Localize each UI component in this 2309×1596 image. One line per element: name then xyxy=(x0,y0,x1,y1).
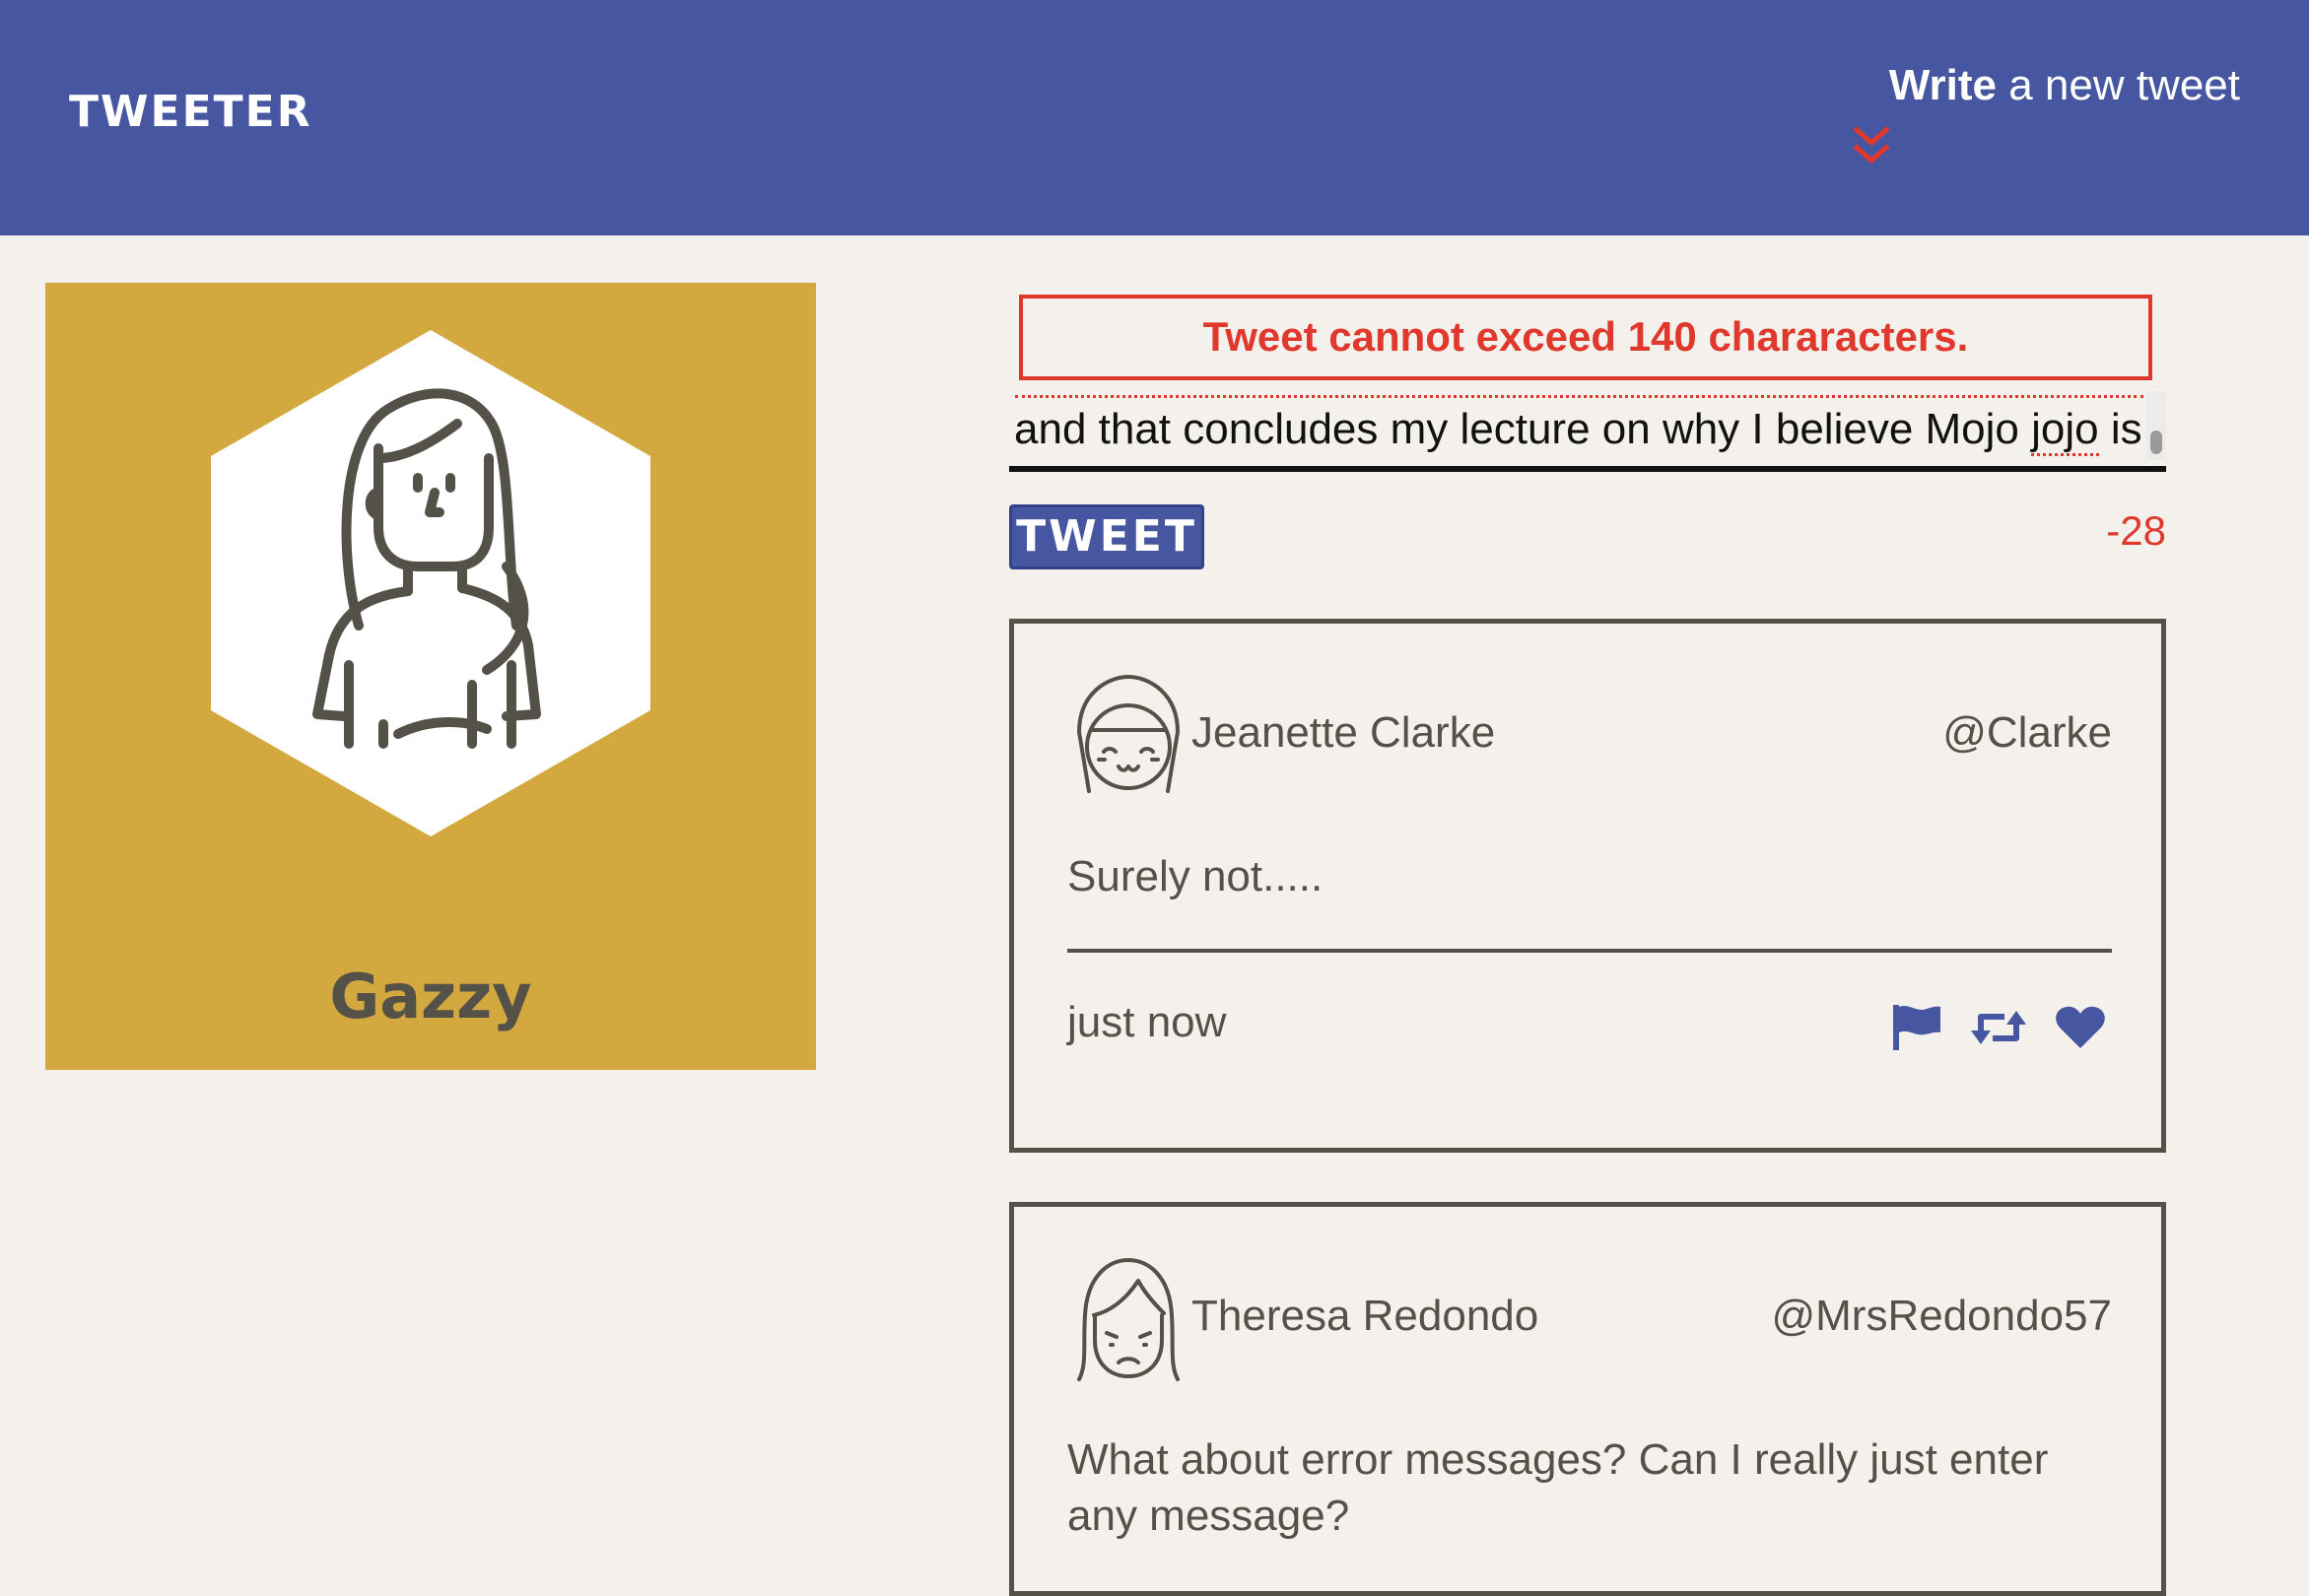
character-counter: -28 xyxy=(2106,507,2166,554)
retweet-icon[interactable] xyxy=(1970,1007,2026,1048)
tweet-content: What about error messages? Can I really … xyxy=(1067,1435,2049,1540)
write-new-tweet-label[interactable]: Write a new tweet xyxy=(1889,61,2240,109)
tweet-card: Jeanette Clarke @Clarke Surely not..... … xyxy=(1009,619,2166,1153)
profile-card: Gazzy xyxy=(45,283,816,1070)
double-chevron-down-icon[interactable] xyxy=(1849,124,1894,167)
theresa-avatar-icon xyxy=(1077,1258,1180,1381)
profile-username: Gazzy xyxy=(329,961,532,1032)
tweet-textarea[interactable]: and that concludes my lecture on why I b… xyxy=(1009,387,2166,472)
tweet-content: Surely not..... xyxy=(1067,852,1324,900)
jeanette-avatar-icon xyxy=(1077,675,1180,793)
tweet-card: Theresa Redondo @MrsRedondo57 What about… xyxy=(1009,1202,2166,1596)
user-avatar-icon xyxy=(211,330,650,836)
error-message: Tweet cannot exceed 140 chararacters. xyxy=(1019,295,2152,380)
write-new-tweet-toggle[interactable]: Write a new tweet xyxy=(1889,61,2240,110)
textarea-scrollbar-thumb[interactable] xyxy=(2150,431,2162,454)
tweet-author-name: Theresa Redondo xyxy=(1191,1292,1539,1340)
heart-icon[interactable] xyxy=(2055,1005,2106,1050)
tweet-author-handle: @MrsRedondo57 xyxy=(1771,1292,2112,1340)
top-navbar: TWEETER Write a new tweet xyxy=(0,0,2309,235)
brand-logo[interactable]: TWEETER xyxy=(69,87,312,137)
tweet-text-end: is xyxy=(2098,405,2142,453)
tweet-text-start: and that concludes my lecture on why I b… xyxy=(1014,405,2032,453)
tweet-divider xyxy=(1067,949,2112,953)
tweet-author-handle: @Clarke xyxy=(1942,708,2112,757)
tweet-submit-button[interactable]: TWEET xyxy=(1009,504,1204,569)
tweet-textarea-text[interactable]: and that concludes my lecture on why I b… xyxy=(1014,405,2142,456)
write-label-bold: Write xyxy=(1888,61,1997,109)
write-label-rest: a new tweet xyxy=(1996,61,2240,109)
flag-icon[interactable] xyxy=(1891,1003,1942,1052)
tweet-timestamp: just now xyxy=(1067,998,1227,1046)
misspelled-word[interactable]: jojo xyxy=(2031,405,2099,456)
spellcheck-underline xyxy=(1015,395,2143,398)
tweet-actions xyxy=(1868,1003,2106,1052)
tweet-author-name: Jeanette Clarke xyxy=(1191,708,1496,757)
